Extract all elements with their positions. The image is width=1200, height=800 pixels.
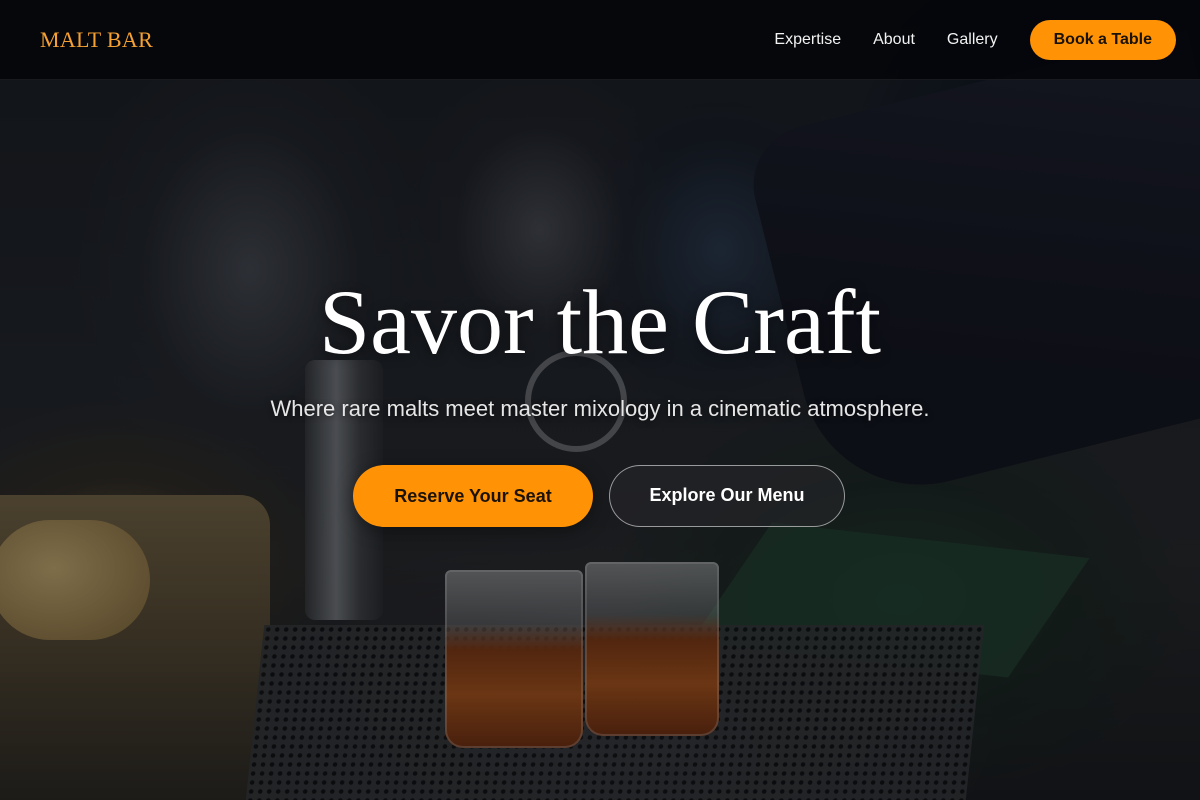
hero-subtitle: Where rare malts meet master mixology in… <box>270 396 930 421</box>
nav-link-about[interactable]: About <box>873 20 915 60</box>
book-table-button[interactable]: Book a Table <box>1029 20 1176 60</box>
landing-page: MALT BAR Expertise About Gallery Book a … <box>0 0 1200 800</box>
nav-link-gallery[interactable]: Gallery <box>947 20 998 60</box>
explore-menu-button[interactable]: Explore Our Menu <box>609 465 845 527</box>
top-navbar: MALT BAR Expertise About Gallery Book a … <box>0 0 1200 80</box>
nav-link-expertise[interactable]: Expertise <box>774 20 841 60</box>
reserve-seat-button[interactable]: Reserve Your Seat <box>353 465 593 527</box>
brand-logo[interactable]: MALT BAR <box>40 27 153 53</box>
primary-nav: Expertise About Gallery Book a Table <box>774 20 1176 60</box>
hero-title: Savor the Craft <box>318 271 882 373</box>
